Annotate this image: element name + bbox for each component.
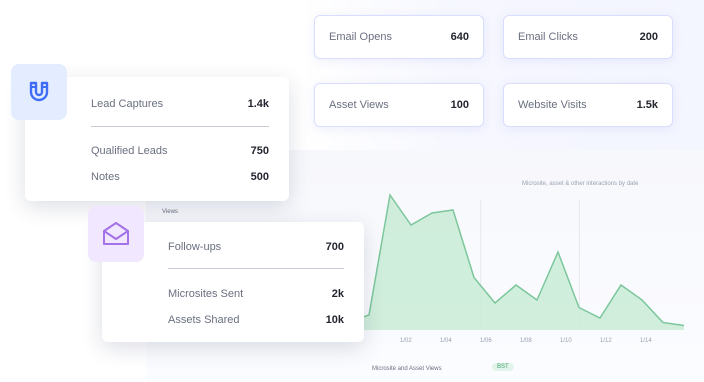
x-tick-label: 1/12 (600, 338, 612, 344)
area-chart: 1/02 1/04 1/06 1/08 1/10 1/12 1/14 (347, 193, 685, 344)
row-value: 500 (250, 171, 269, 183)
row-value: 750 (250, 145, 269, 157)
envelope-icon (88, 206, 144, 262)
x-axis-ticks: 1/02 1/04 1/06 1/08 1/10 1/12 1/14 (400, 338, 652, 344)
metric-card-email-opens: Email Opens 640 (314, 15, 484, 59)
card-divider (91, 126, 269, 127)
notes-row: Notes 500 (91, 171, 269, 183)
assets-shared-row: Assets Shared 10k (168, 314, 344, 326)
legend-badge: BST (492, 363, 514, 371)
metric-label: Asset Views (329, 99, 389, 111)
x-tick-label: 1/04 (440, 338, 452, 344)
series-tag: Views (162, 209, 178, 215)
metric-card-email-clicks: Email Clicks 200 (503, 15, 673, 59)
metric-label: Email Clicks (518, 31, 578, 43)
follow-ups-row: Follow-ups 700 (168, 241, 344, 253)
qualified-leads-row: Qualified Leads 750 (91, 145, 269, 157)
row-label: Qualified Leads (91, 145, 168, 157)
row-label: Assets Shared (168, 314, 240, 326)
row-label: Microsites Sent (168, 288, 244, 300)
x-tick-label: 1/08 (520, 338, 532, 344)
row-value: 2k (331, 288, 344, 300)
row-value: 10k (325, 314, 344, 326)
row-value: 1.4k (247, 98, 269, 110)
x-tick-label: 1/14 (640, 338, 652, 344)
metric-label: Website Visits (518, 99, 587, 111)
row-value: 700 (325, 241, 344, 253)
metric-value: 100 (450, 99, 469, 111)
magnet-icon (11, 64, 67, 120)
metric-label: Email Opens (329, 31, 392, 43)
legend-label: Microsite and Asset Views (372, 366, 442, 372)
card-divider (168, 268, 344, 269)
metric-card-asset-views: Asset Views 100 (314, 83, 484, 127)
microsites-sent-row: Microsites Sent 2k (168, 288, 344, 300)
lead-captures-row: Lead Captures 1.4k (91, 98, 269, 110)
area-fill (348, 195, 684, 330)
x-tick-label: 1/02 (400, 338, 412, 344)
metric-value: 200 (639, 31, 658, 43)
metric-value: 640 (450, 31, 469, 43)
row-label: Notes (91, 171, 120, 183)
row-label: Follow-ups (168, 241, 222, 253)
x-tick-label: 1/10 (560, 338, 572, 344)
x-tick-label: 1/06 (480, 338, 492, 344)
metric-value: 1.5k (636, 99, 658, 111)
metric-card-website-visits: Website Visits 1.5k (503, 83, 673, 127)
row-label: Lead Captures (91, 98, 164, 110)
